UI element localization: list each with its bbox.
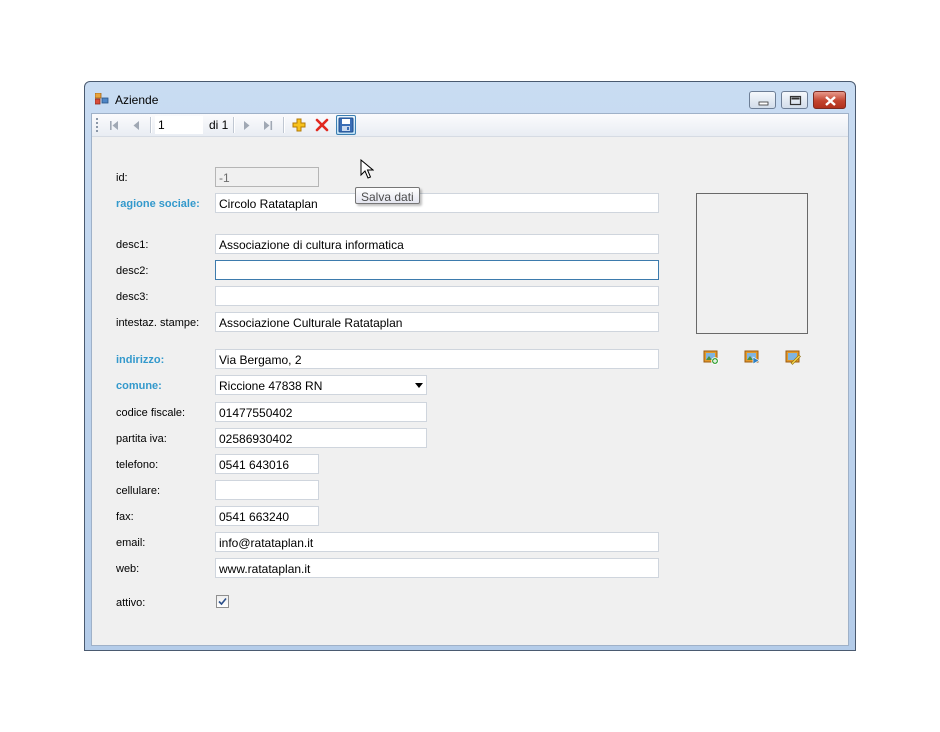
comune-selected-value: Riccione 47838 RN [219,379,323,393]
attivo-checkbox[interactable] [216,595,229,608]
partita-iva-label: partita iva: [116,433,167,445]
binding-navigator: di 1 [92,114,848,137]
codice-fiscale-label: codice fiscale: [116,407,186,419]
telefono-label: telefono: [116,459,159,471]
save-button[interactable] [336,115,356,135]
maximize-icon [789,95,802,106]
close-icon [825,96,836,106]
save-tooltip: Salva dati [355,187,420,204]
attivo-label: attivo: [116,597,146,609]
toolbar-separator [283,117,285,133]
cellulare-label: cellulare: [116,485,161,497]
position-input[interactable] [155,116,203,134]
mouse-pointer-icon [360,159,374,179]
fax-label: fax: [116,511,134,523]
form-client-area: di 1 [91,113,849,646]
app-icon [95,93,109,105]
web-label: web: [116,563,140,575]
intestaz-stampe-label: intestaz. stampe: [116,317,200,329]
aziende-window: Aziende di 1 [84,81,856,651]
checkmark-icon [218,597,227,606]
desc3-label: desc3: [116,291,149,303]
partita-iva-field[interactable]: 02586930402 [215,428,427,448]
desc1-field[interactable]: Associazione di cultura informatica [215,234,659,254]
codice-fiscale-field[interactable]: 01477550402 [215,402,427,422]
move-next-icon[interactable] [238,116,256,134]
save-icon [338,117,354,133]
logo-picture-box [696,193,808,334]
fax-field[interactable]: 0541 663240 [215,506,319,526]
email-field[interactable]: info@ratataplan.it [215,532,659,552]
toolbar-separator [233,117,235,133]
toolbar-separator [150,117,152,133]
id-field: -1 [215,167,319,187]
ragione-sociale-label: ragione sociale: [116,198,200,210]
ragione-sociale-field[interactable]: Circolo Ratataplan [215,193,659,213]
move-previous-icon[interactable] [127,116,145,134]
comune-combo[interactable]: Riccione 47838 RN [215,375,427,395]
minimize-icon [758,101,769,106]
indirizzo-label: indirizzo: [116,354,165,366]
id-label: id: [116,172,128,184]
email-label: email: [116,537,146,549]
desc3-field[interactable] [215,286,659,306]
web-field[interactable]: www.ratataplan.it [215,558,659,578]
maximize-button[interactable] [781,91,808,109]
count-label: di 1 [209,118,229,132]
edit-image-icon[interactable] [785,349,801,365]
title-bar[interactable]: Aziende [85,82,855,112]
window-title: Aziende [115,93,159,107]
load-image-icon[interactable] [744,349,760,365]
close-button[interactable] [813,91,846,109]
add-new-icon[interactable] [290,116,308,134]
add-image-icon[interactable] [703,349,719,365]
delete-icon[interactable] [313,116,331,134]
toolbar-grip[interactable] [96,118,98,132]
desc2-label: desc2: [116,265,149,277]
desc1-label: desc1: [116,239,149,251]
indirizzo-field[interactable]: Via Bergamo, 2 [215,349,659,369]
desc2-field[interactable] [215,260,659,280]
comune-label: comune: [116,380,162,392]
move-last-icon[interactable] [259,116,277,134]
intestaz-stampe-field[interactable]: Associazione Culturale Ratataplan [215,312,659,332]
cellulare-field[interactable] [215,480,319,500]
move-first-icon[interactable] [105,116,123,134]
telefono-field[interactable]: 0541 643016 [215,454,319,474]
minimize-button[interactable] [749,91,776,109]
chevron-down-icon[interactable] [415,383,423,388]
